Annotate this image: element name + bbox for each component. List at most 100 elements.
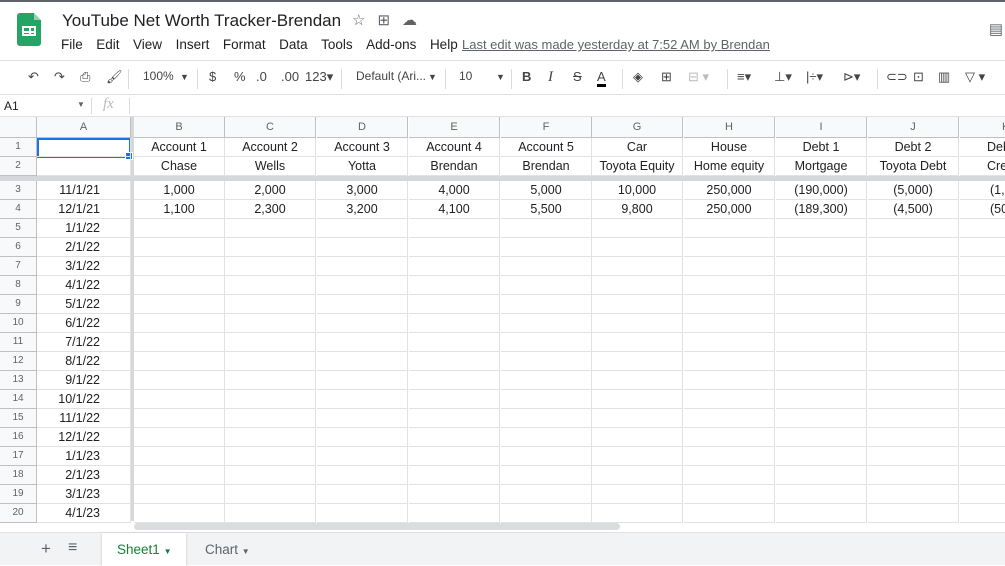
cell-h19[interactable] — [684, 485, 775, 504]
cell-c18[interactable] — [225, 466, 316, 485]
sheets-logo-icon[interactable] — [17, 13, 41, 46]
cell-d19[interactable] — [317, 485, 408, 504]
cell-a1[interactable] — [37, 138, 131, 157]
cell-i1[interactable]: Debt 1 — [776, 138, 867, 157]
cell-i9[interactable] — [776, 295, 867, 314]
chevron-down-icon[interactable]: ▼ — [77, 100, 85, 109]
cell-a4[interactable]: 12/1/21 — [37, 200, 131, 219]
cell-e3[interactable]: 4,000 — [409, 181, 500, 200]
cell-f13[interactable] — [501, 371, 592, 390]
cell-c8[interactable] — [225, 276, 316, 295]
row-header-9[interactable]: 9 — [0, 295, 37, 314]
cell-j8[interactable] — [868, 276, 959, 295]
cell-f3[interactable]: 5,000 — [501, 181, 592, 200]
cell-g12[interactable] — [592, 352, 683, 371]
cell-a14[interactable]: 10/1/22 — [37, 390, 131, 409]
cell-b3[interactable]: 1,000 — [134, 181, 225, 200]
cell-f1[interactable]: Account 5 — [501, 138, 592, 157]
cell-k16[interactable] — [960, 428, 1005, 447]
cell-d13[interactable] — [317, 371, 408, 390]
cell-g1[interactable]: Car — [592, 138, 683, 157]
chevron-down-icon[interactable]: ▼ — [428, 72, 437, 82]
cell-k6[interactable] — [960, 238, 1005, 257]
decrease-decimal-button[interactable]: .0 — [256, 69, 267, 84]
cell-c13[interactable] — [225, 371, 316, 390]
cell-g5[interactable] — [592, 219, 683, 238]
cell-b10[interactable] — [134, 314, 225, 333]
cell-d14[interactable] — [317, 390, 408, 409]
cell-f6[interactable] — [501, 238, 592, 257]
cell-g18[interactable] — [592, 466, 683, 485]
cell-i15[interactable] — [776, 409, 867, 428]
cell-a20[interactable]: 4/1/23 — [37, 504, 131, 523]
cell-c1[interactable]: Account 2 — [225, 138, 316, 157]
menu-addons[interactable]: Add-ons — [366, 37, 416, 52]
cell-k20[interactable] — [960, 504, 1005, 523]
cell-k4[interactable]: (50 — [960, 200, 1005, 219]
cell-c16[interactable] — [225, 428, 316, 447]
cell-d17[interactable] — [317, 447, 408, 466]
cell-k11[interactable] — [960, 333, 1005, 352]
text-wrap-icon[interactable]: |÷▾ — [806, 69, 823, 85]
cell-a7[interactable]: 3/1/22 — [37, 257, 131, 276]
insert-chart-icon[interactable]: ▥ — [938, 69, 950, 85]
cell-e16[interactable] — [409, 428, 500, 447]
cell-k7[interactable] — [960, 257, 1005, 276]
cell-c20[interactable] — [225, 504, 316, 523]
cell-j6[interactable] — [868, 238, 959, 257]
cell-h6[interactable] — [684, 238, 775, 257]
cell-i16[interactable] — [776, 428, 867, 447]
cell-h9[interactable] — [684, 295, 775, 314]
fill-color-icon[interactable]: ◈ — [633, 69, 643, 85]
cell-b8[interactable] — [134, 276, 225, 295]
cell-k2[interactable]: Credit — [960, 157, 1005, 176]
cell-b4[interactable]: 1,100 — [134, 200, 225, 219]
cell-b9[interactable] — [134, 295, 225, 314]
row-header-3[interactable]: 3 — [0, 181, 37, 200]
menu-view[interactable]: View — [133, 37, 162, 52]
column-header-h[interactable]: H — [684, 117, 775, 138]
cell-b17[interactable] — [134, 447, 225, 466]
cell-i17[interactable] — [776, 447, 867, 466]
cell-b18[interactable] — [134, 466, 225, 485]
cell-j17[interactable] — [868, 447, 959, 466]
cell-d5[interactable] — [317, 219, 408, 238]
cell-j20[interactable] — [868, 504, 959, 523]
cell-h3[interactable]: 250,000 — [684, 181, 775, 200]
cell-j2[interactable]: Toyota Debt — [868, 157, 959, 176]
cell-h2[interactable]: Home equity — [684, 157, 775, 176]
sheet-tab-sheet1[interactable]: Sheet1 ▼ — [102, 533, 187, 566]
cell-c4[interactable]: 2,300 — [225, 200, 316, 219]
cell-j7[interactable] — [868, 257, 959, 276]
cell-g19[interactable] — [592, 485, 683, 504]
row-header-10[interactable]: 10 — [0, 314, 37, 333]
column-header-c[interactable]: C — [225, 117, 316, 138]
cell-h5[interactable] — [684, 219, 775, 238]
cell-e14[interactable] — [409, 390, 500, 409]
menu-tools[interactable]: Tools — [321, 37, 353, 52]
cell-g8[interactable] — [592, 276, 683, 295]
cell-d12[interactable] — [317, 352, 408, 371]
cell-g11[interactable] — [592, 333, 683, 352]
cell-f2[interactable]: Brendan — [501, 157, 592, 176]
row-header-19[interactable]: 19 — [0, 485, 37, 504]
menu-file[interactable]: File — [61, 37, 83, 52]
horizontal-align-icon[interactable]: ≡▾ — [737, 69, 751, 85]
cell-i19[interactable] — [776, 485, 867, 504]
cell-a2[interactable] — [37, 157, 131, 176]
cell-k5[interactable] — [960, 219, 1005, 238]
cell-f12[interactable] — [501, 352, 592, 371]
cell-i3[interactable]: (190,000) — [776, 181, 867, 200]
cell-e13[interactable] — [409, 371, 500, 390]
cell-f8[interactable] — [501, 276, 592, 295]
print-icon[interactable]: ⎙ — [80, 69, 90, 85]
cell-k17[interactable] — [960, 447, 1005, 466]
cell-b12[interactable] — [134, 352, 225, 371]
row-header-6[interactable]: 6 — [0, 238, 37, 257]
cell-g7[interactable] — [592, 257, 683, 276]
cell-h20[interactable] — [684, 504, 775, 523]
cell-f18[interactable] — [501, 466, 592, 485]
undo-icon[interactable]: ↶ — [28, 69, 39, 85]
menu-edit[interactable]: Edit — [96, 37, 119, 52]
all-sheets-icon[interactable]: ≡ — [68, 539, 77, 557]
